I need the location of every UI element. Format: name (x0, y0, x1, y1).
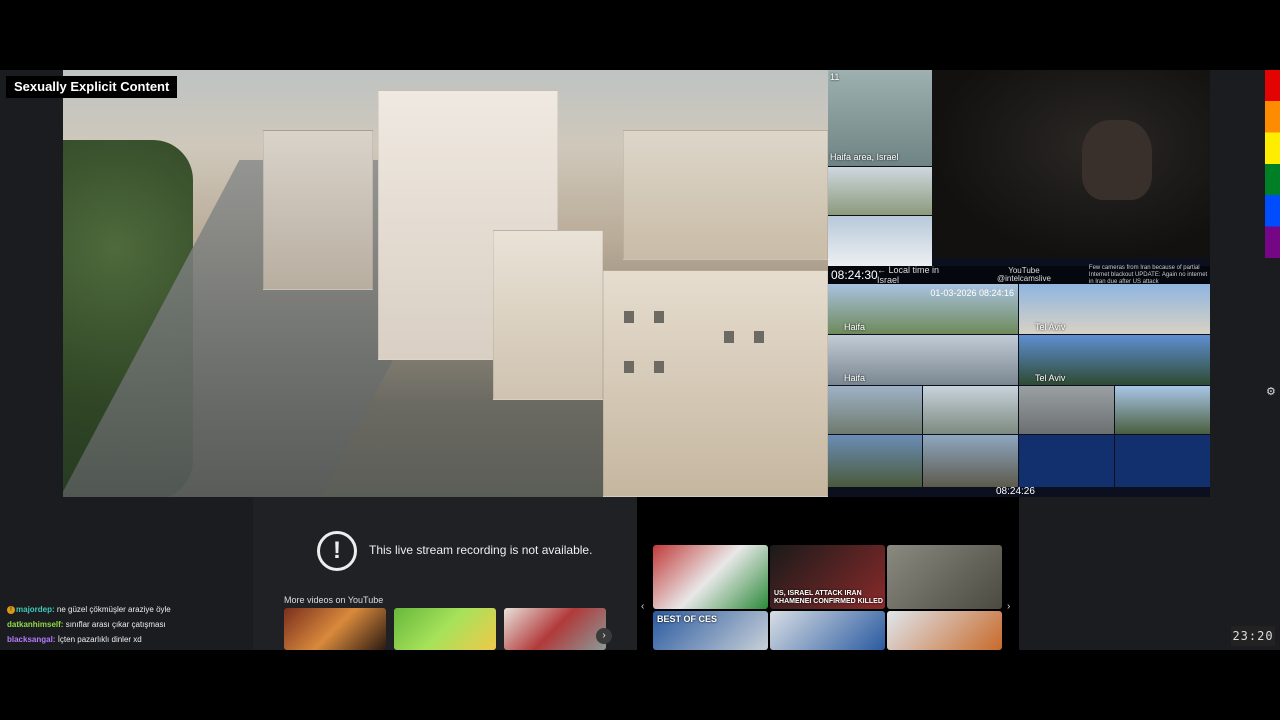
camera-tiles: 01-03-2026 08:24:16 Haifa Tel Aviv Haifa… (828, 284, 1210, 497)
video-thumbnail[interactable] (504, 608, 606, 650)
chat-overlay: ! majordep: ne güzel çökmüşler araziye öy… (7, 602, 247, 647)
unavailable-message: This live stream recording is not availa… (369, 543, 593, 557)
chat-message: ! majordep: ne güzel çökmüşler araziye öy… (7, 602, 247, 617)
news-headline: US, ISRAEL ATTACK IRAN KHAMENEI CONFIRME… (774, 590, 883, 605)
gear-icon[interactable]: ⚙ (1266, 385, 1276, 398)
news-tile (1115, 435, 1210, 487)
news-headline: BEST OF CES (657, 614, 718, 624)
camera-tile (828, 435, 922, 487)
news-thumbnail[interactable]: BEST OF CES (653, 611, 768, 650)
camera-tile (1115, 386, 1210, 434)
camera-tile: Tel Aviv (1019, 335, 1210, 385)
next-arrow-button[interactable]: › (596, 628, 612, 644)
chat-username[interactable]: datkanhimself: (7, 620, 63, 629)
tile-city: Haifa (844, 373, 866, 383)
tile-city: Haifa (844, 322, 866, 332)
camera-column: 11 Haifa area, Israel (828, 70, 932, 266)
building (603, 270, 828, 497)
ticker-news: Few cameras from Iran because of partial… (1088, 264, 1208, 285)
explicit-content-label: Sexually Explicit Content (6, 76, 178, 98)
news-thumbnail[interactable] (770, 611, 885, 650)
chat-text: sınıflar arası çıkar çatışması (65, 620, 166, 629)
camera-feed: 11 Haifa area, Israel (828, 70, 932, 166)
ticker-source: YouTube @intelcamslive (997, 267, 1051, 283)
ticker-local: ← Local time in Israel (877, 265, 940, 285)
camera-tile (1019, 386, 1114, 434)
ticker-handle: @intelcamslive (997, 274, 1051, 283)
chat-message: blacksangal: İçten pazarlıklı dinler xd (7, 632, 247, 647)
streamer (1082, 120, 1152, 200)
news-thumbnail[interactable] (887, 611, 1002, 650)
pride-flag (1265, 70, 1280, 258)
camera-tile (923, 386, 1018, 434)
tile-timestamp: 01-03-2026 08:24:16 (930, 288, 1014, 298)
chat-username[interactable]: blacksangal: (7, 635, 55, 644)
building (623, 130, 828, 260)
main-video[interactable] (63, 70, 828, 497)
youtube-embed: ! This live stream recording is not avai… (253, 497, 637, 650)
stream-page: Sexually Explicit Content 11 Haifa area,… (0, 0, 1280, 720)
tile-city: Tel Aviv (1035, 373, 1066, 383)
camera-tile (923, 435, 1018, 487)
building (263, 130, 373, 290)
building (493, 230, 603, 400)
camera-tile (828, 386, 922, 434)
ticker-time: 08:24:30 (831, 268, 878, 282)
video-thumbnail[interactable] (284, 608, 386, 650)
next-arrow-button[interactable]: › (1007, 601, 1010, 612)
chat-text: İçten pazarlıklı dinler xd (57, 635, 142, 644)
alert-icon: ! (317, 531, 357, 571)
camera-tile: 01-03-2026 08:24:16 Haifa (828, 284, 1018, 334)
chat-badge-icon: ! (7, 605, 15, 614)
camera-tile: Tel Aviv (1019, 284, 1210, 334)
news-tile (1019, 435, 1114, 487)
camera-feed (828, 167, 932, 215)
player-clock: 23:20 (1231, 626, 1275, 646)
news-thumbnail[interactable] (653, 545, 768, 609)
news-thumbnail[interactable]: US, ISRAEL ATTACK IRAN KHAMENEI CONFIRME… (770, 545, 885, 609)
camera-label: Haifa area, Israel (830, 152, 899, 162)
tile-city: Tel Aviv (1035, 322, 1066, 332)
chat-text: ne güzel çökmüşler araziye öyle (56, 605, 171, 614)
more-videos-label: More videos on YouTube (284, 595, 384, 605)
chat-message: datkanhimself: sınıflar arası çıkar çatı… (7, 617, 247, 632)
grid-clock: 08:24:26 (996, 486, 1035, 497)
camera-number: 11 (830, 72, 840, 82)
streamer-webcam (932, 70, 1210, 258)
camera-tile: Haifa (828, 335, 1018, 385)
news-panel: ‹ US, ISRAEL ATTACK IRAN KHAMENEI CONFIR… (637, 497, 1019, 650)
prev-arrow-button[interactable]: ‹ (641, 601, 644, 612)
chat-username[interactable]: majordep: (16, 605, 55, 614)
camera-feed (828, 216, 932, 266)
camera-ticker: 08:24:30 ← Local time in Israel YouTube … (828, 264, 1210, 285)
video-thumbnail[interactable] (394, 608, 496, 650)
news-thumbnail[interactable] (887, 545, 1002, 609)
